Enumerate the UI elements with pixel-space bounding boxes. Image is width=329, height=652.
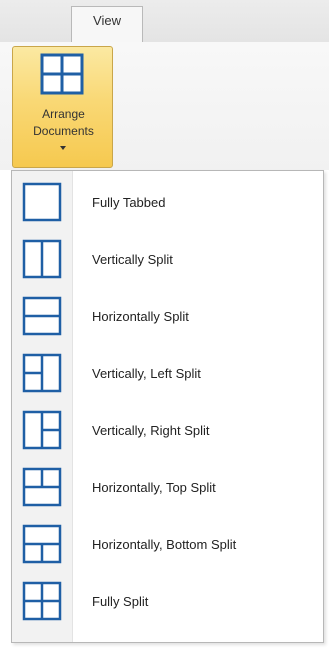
layout-vertical-split-icon xyxy=(22,239,62,279)
menu-item-horizontally-bottom-split[interactable]: Horizontally, Bottom Split xyxy=(12,517,323,573)
layout-vertical-left-split-icon xyxy=(22,353,62,393)
arrange-documents-menu: Fully Tabbed Vertically Split Horizontal… xyxy=(11,170,324,643)
arrange-documents-button[interactable]: Arrange Documents xyxy=(12,46,113,168)
tab-view[interactable]: View xyxy=(71,6,143,42)
app-window: View Arrange Documents Fully Tabbed Vert… xyxy=(0,0,329,652)
layout-vertical-right-split-icon xyxy=(22,410,62,450)
menu-item-label: Vertically, Right Split xyxy=(92,423,210,438)
menu-item-label: Horizontally Split xyxy=(92,309,189,324)
menu-item-label: Vertically Split xyxy=(92,252,173,267)
layout-horizontal-split-icon xyxy=(22,296,62,336)
menu-item-vertically-right-split[interactable]: Vertically, Right Split xyxy=(12,403,323,459)
dropdown-arrow-icon xyxy=(60,146,66,150)
layout-fully-split-icon xyxy=(22,581,62,621)
menu-item-label: Horizontally, Bottom Split xyxy=(92,537,237,552)
grid-layout-icon xyxy=(40,53,84,95)
menu-item-label: Horizontally, Top Split xyxy=(92,480,216,495)
menu-item-fully-tabbed[interactable]: Fully Tabbed xyxy=(12,175,323,231)
ribbon-tab-bar: View xyxy=(0,0,329,43)
layout-horizontal-top-split-icon xyxy=(22,467,62,507)
menu-item-horizontally-top-split[interactable]: Horizontally, Top Split xyxy=(12,460,323,516)
arrange-button-label-line1: Arrange xyxy=(42,107,85,121)
menu-item-label: Fully Tabbed xyxy=(92,195,166,210)
menu-item-vertically-split[interactable]: Vertically Split xyxy=(12,232,323,288)
arrange-button-label-line2: Documents xyxy=(33,124,94,138)
menu-item-label: Vertically, Left Split xyxy=(92,366,201,381)
menu-item-vertically-left-split[interactable]: Vertically, Left Split xyxy=(12,346,323,402)
menu-item-horizontally-split[interactable]: Horizontally Split xyxy=(12,289,323,345)
menu-item-fully-split[interactable]: Fully Split xyxy=(12,574,323,630)
layout-fully-tabbed-icon xyxy=(22,182,62,222)
menu-item-label: Fully Split xyxy=(92,594,149,609)
layout-horizontal-bottom-split-icon xyxy=(22,524,62,564)
